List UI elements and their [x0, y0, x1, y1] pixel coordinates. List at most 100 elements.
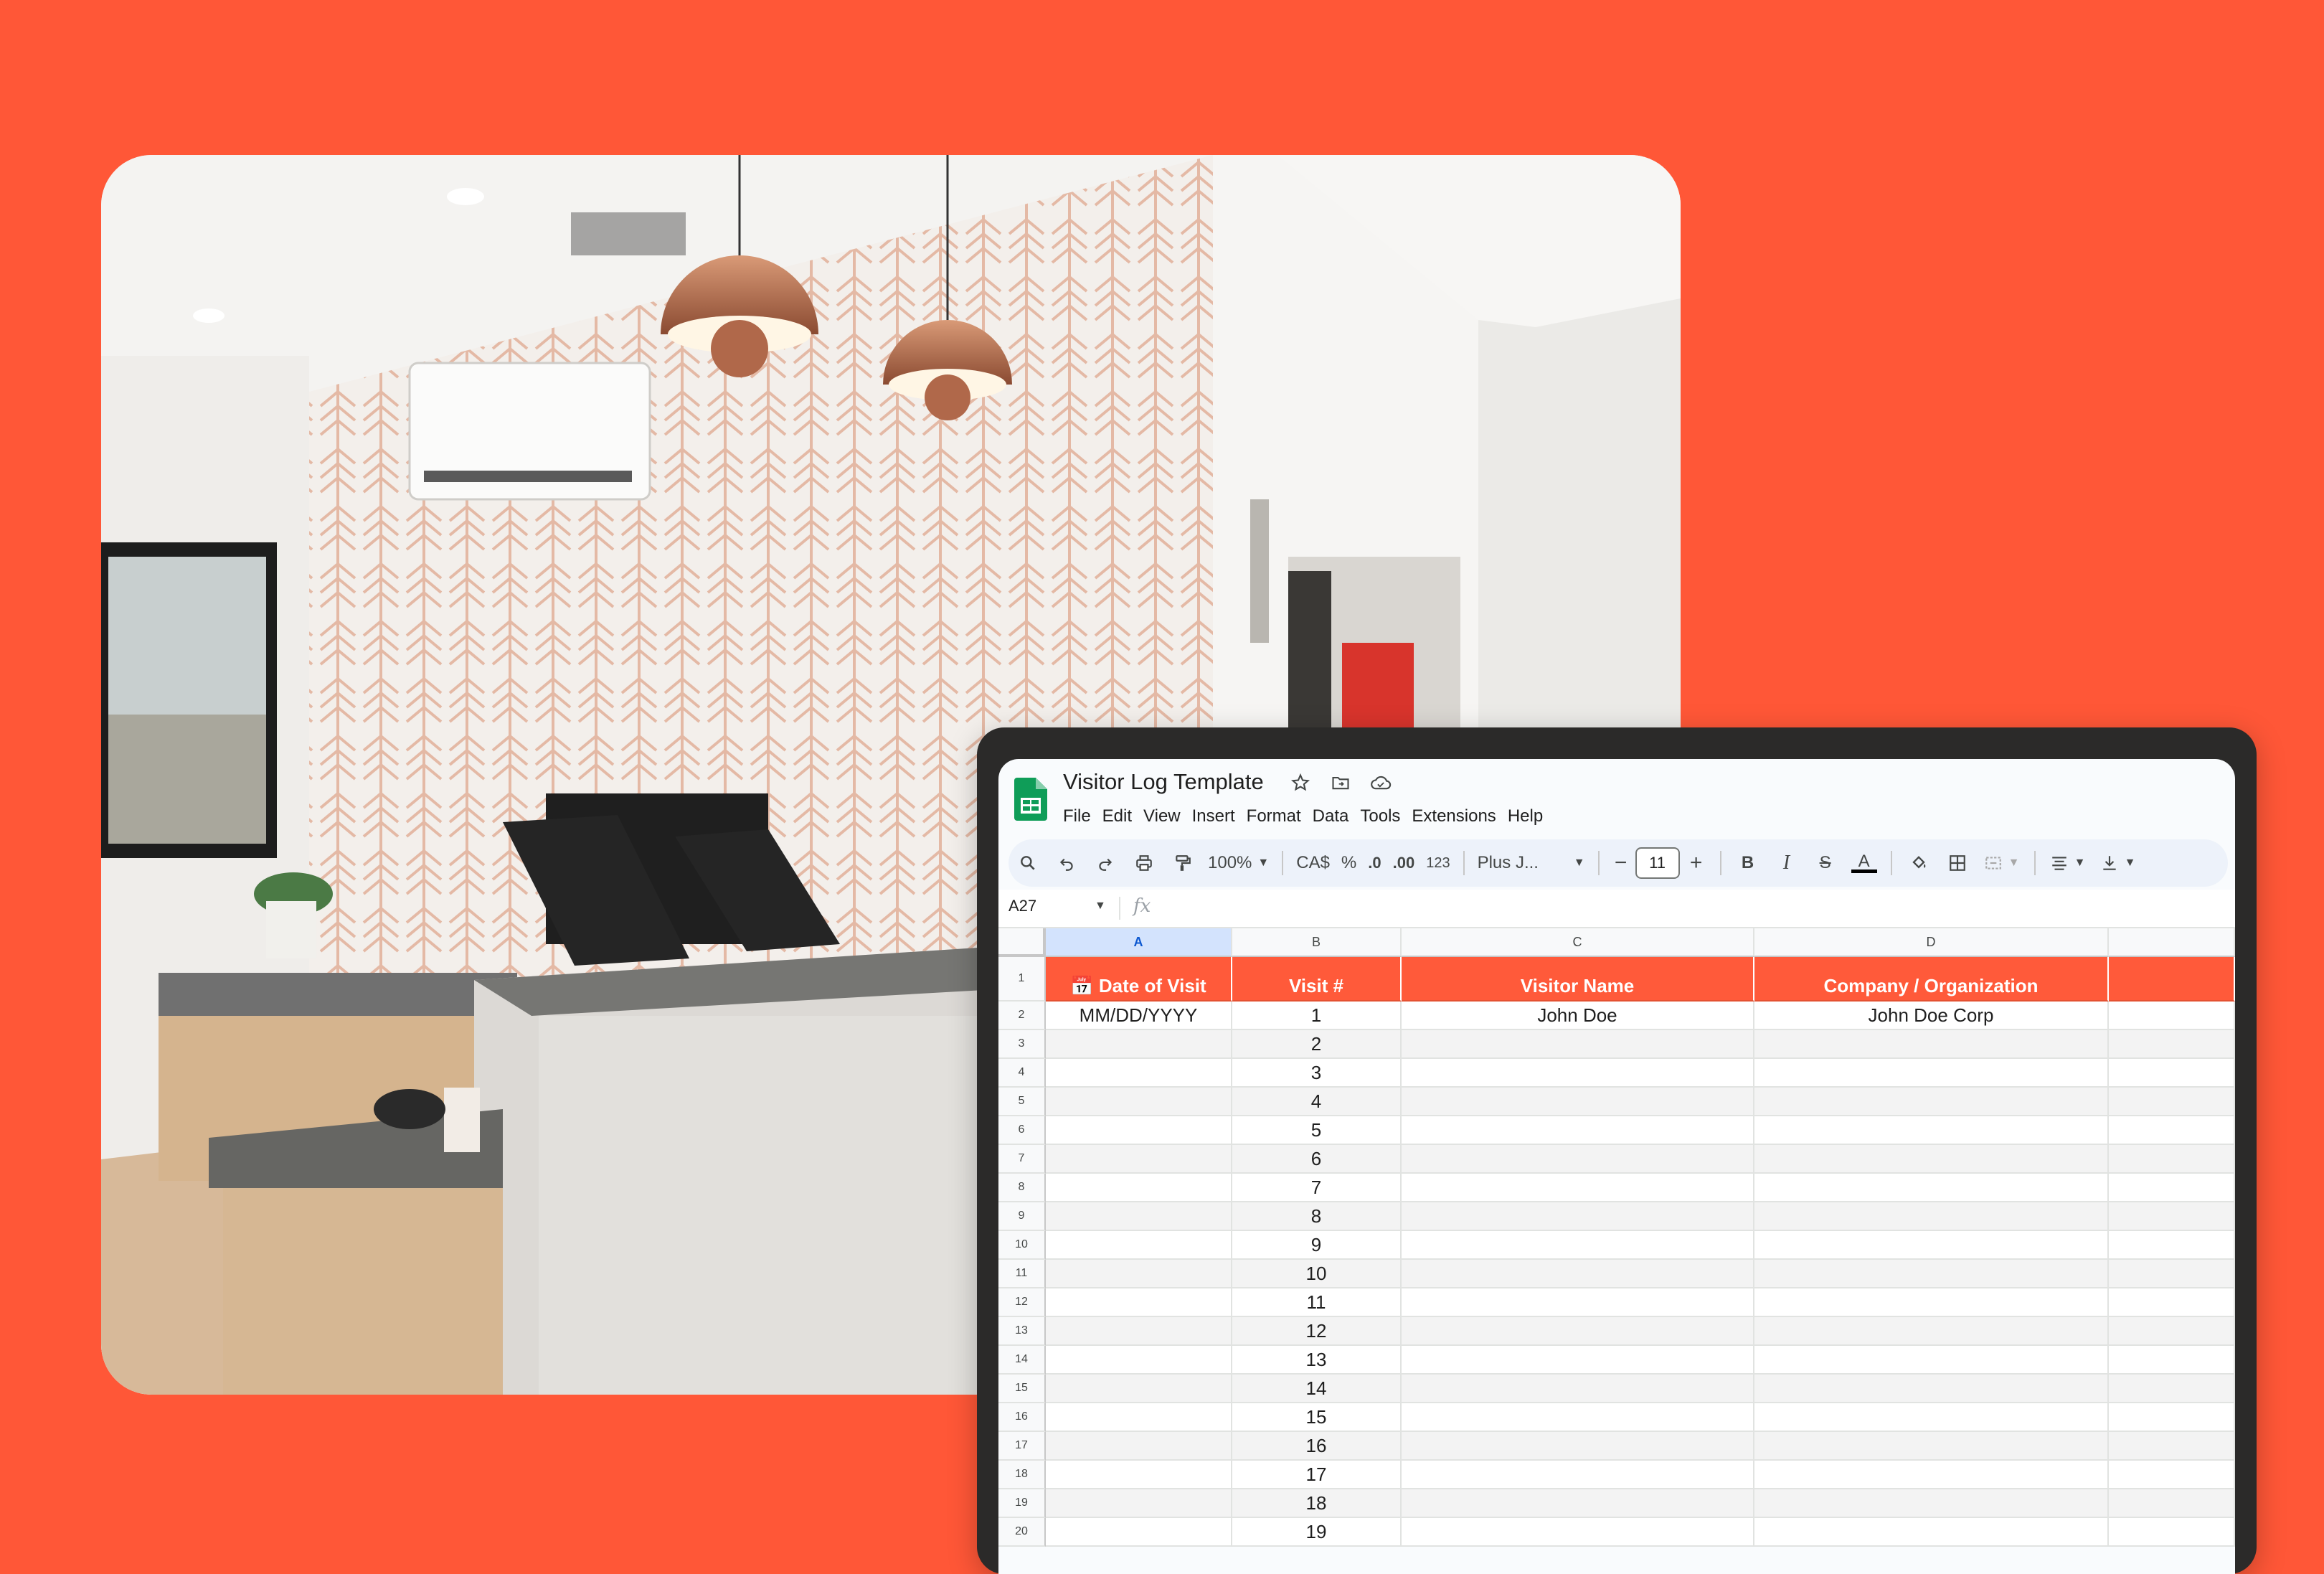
- zoom-select[interactable]: 100% ▼: [1202, 845, 1275, 881]
- cell-company[interactable]: [1754, 1375, 2109, 1403]
- row-number[interactable]: 10: [998, 1231, 1046, 1260]
- cell-date[interactable]: [1046, 1432, 1232, 1461]
- merge-cells-icon[interactable]: ▼: [1977, 845, 2027, 881]
- cell-visitor-name[interactable]: [1402, 1145, 1754, 1174]
- format-currency-button[interactable]: CA$: [1290, 845, 1336, 881]
- row-number[interactable]: 15: [998, 1375, 1046, 1403]
- bold-button[interactable]: B: [1729, 845, 1767, 881]
- cell-company[interactable]: [1754, 1174, 2109, 1202]
- cell-company[interactable]: [1754, 1202, 2109, 1231]
- cell-date[interactable]: [1046, 1202, 1232, 1231]
- cell-company[interactable]: [1754, 1432, 2109, 1461]
- cell-date[interactable]: [1046, 1346, 1232, 1375]
- cell-visit-number[interactable]: 10: [1232, 1260, 1402, 1288]
- row-number[interactable]: 16: [998, 1403, 1046, 1432]
- cell-visit-number[interactable]: 8: [1232, 1202, 1402, 1231]
- cell-company[interactable]: [1754, 1346, 2109, 1375]
- cell-extra[interactable]: [2109, 1317, 2235, 1346]
- row-number[interactable]: 9: [998, 1202, 1046, 1231]
- cell-date[interactable]: [1046, 1403, 1232, 1432]
- row-number[interactable]: 7: [998, 1145, 1046, 1174]
- cell-company[interactable]: [1754, 1231, 2109, 1260]
- header-cell-visit-number[interactable]: Visit #: [1232, 957, 1402, 1002]
- vertical-align-icon[interactable]: ▼: [2093, 845, 2143, 881]
- header-cell-company[interactable]: Company / Organization: [1754, 957, 2109, 1002]
- increase-font-size-button[interactable]: +: [1680, 845, 1713, 881]
- column-header-a[interactable]: A: [1046, 928, 1232, 957]
- cell-visitor-name[interactable]: [1402, 1202, 1754, 1231]
- cell-company[interactable]: [1754, 1489, 2109, 1518]
- text-color-button[interactable]: A: [1845, 845, 1884, 881]
- column-header-d[interactable]: D: [1754, 928, 2109, 957]
- cell-extra[interactable]: [2109, 1489, 2235, 1518]
- header-cell-extra[interactable]: [2109, 957, 2235, 1002]
- cell-date[interactable]: MM/DD/YYYY: [1046, 1002, 1232, 1030]
- cell-visit-number[interactable]: 1: [1232, 1002, 1402, 1030]
- borders-icon[interactable]: [1938, 845, 1977, 881]
- cell-date[interactable]: [1046, 1145, 1232, 1174]
- cell-company[interactable]: [1754, 1030, 2109, 1059]
- menu-edit[interactable]: Edit: [1098, 802, 1139, 831]
- cell-visitor-name[interactable]: [1402, 1375, 1754, 1403]
- cell-visit-number[interactable]: 2: [1232, 1030, 1402, 1059]
- cell-visitor-name[interactable]: [1402, 1231, 1754, 1260]
- row-number[interactable]: 12: [998, 1288, 1046, 1317]
- cell-visit-number[interactable]: 14: [1232, 1375, 1402, 1403]
- cell-company[interactable]: [1754, 1059, 2109, 1088]
- cell-company[interactable]: [1754, 1317, 2109, 1346]
- row-number[interactable]: 5: [998, 1088, 1046, 1116]
- decrease-decimal-button[interactable]: .0: [1362, 845, 1387, 881]
- cell-visitor-name[interactable]: [1402, 1346, 1754, 1375]
- menu-data[interactable]: Data: [1308, 802, 1356, 831]
- cell-date[interactable]: [1046, 1489, 1232, 1518]
- font-select[interactable]: Plus J... ▼: [1472, 845, 1591, 881]
- cell-visit-number[interactable]: 12: [1232, 1317, 1402, 1346]
- cell-date[interactable]: [1046, 1317, 1232, 1346]
- cell-extra[interactable]: [2109, 1403, 2235, 1432]
- row-number[interactable]: 20: [998, 1518, 1046, 1547]
- cell-company[interactable]: [1754, 1288, 2109, 1317]
- cell-visit-number[interactable]: 13: [1232, 1346, 1402, 1375]
- cell-extra[interactable]: [2109, 1461, 2235, 1489]
- move-to-folder-icon[interactable]: [1328, 770, 1353, 795]
- cell-visitor-name[interactable]: [1402, 1059, 1754, 1088]
- horizontal-align-icon[interactable]: ▼: [2043, 845, 2093, 881]
- cell-date[interactable]: [1046, 1116, 1232, 1145]
- cell-date[interactable]: [1046, 1174, 1232, 1202]
- paint-format-icon[interactable]: [1163, 845, 1202, 881]
- cell-visit-number[interactable]: 17: [1232, 1461, 1402, 1489]
- row-number[interactable]: 6: [998, 1116, 1046, 1145]
- cell-visit-number[interactable]: 11: [1232, 1288, 1402, 1317]
- cell-visit-number[interactable]: 16: [1232, 1432, 1402, 1461]
- cell-visit-number[interactable]: 15: [1232, 1403, 1402, 1432]
- row-number[interactable]: 4: [998, 1059, 1046, 1088]
- cell-company[interactable]: [1754, 1116, 2109, 1145]
- cell-visit-number[interactable]: 18: [1232, 1489, 1402, 1518]
- row-number[interactable]: 13: [998, 1317, 1046, 1346]
- google-sheets-logo-icon[interactable]: [1014, 778, 1047, 821]
- italic-button[interactable]: I: [1767, 845, 1806, 881]
- cell-visitor-name[interactable]: [1402, 1489, 1754, 1518]
- cell-visit-number[interactable]: 7: [1232, 1174, 1402, 1202]
- cell-extra[interactable]: [2109, 1002, 2235, 1030]
- more-formats-button[interactable]: 123: [1420, 845, 1455, 881]
- cell-visitor-name[interactable]: [1402, 1461, 1754, 1489]
- cell-date[interactable]: [1046, 1260, 1232, 1288]
- header-cell-date[interactable]: 📅 Date of Visit: [1046, 957, 1232, 1002]
- increase-decimal-button[interactable]: .00: [1387, 845, 1421, 881]
- print-icon[interactable]: [1125, 845, 1163, 881]
- cell-extra[interactable]: [2109, 1346, 2235, 1375]
- cell-visitor-name[interactable]: [1402, 1088, 1754, 1116]
- cell-visit-number[interactable]: 4: [1232, 1088, 1402, 1116]
- column-header-b[interactable]: B: [1232, 928, 1402, 957]
- redo-icon[interactable]: [1086, 845, 1125, 881]
- cell-company[interactable]: [1754, 1088, 2109, 1116]
- cell-date[interactable]: [1046, 1461, 1232, 1489]
- cell-extra[interactable]: [2109, 1145, 2235, 1174]
- cell-date[interactable]: [1046, 1288, 1232, 1317]
- row-number[interactable]: 3: [998, 1030, 1046, 1059]
- cell-visitor-name[interactable]: [1402, 1317, 1754, 1346]
- cell-date[interactable]: [1046, 1375, 1232, 1403]
- cell-date[interactable]: [1046, 1518, 1232, 1547]
- cell-extra[interactable]: [2109, 1518, 2235, 1547]
